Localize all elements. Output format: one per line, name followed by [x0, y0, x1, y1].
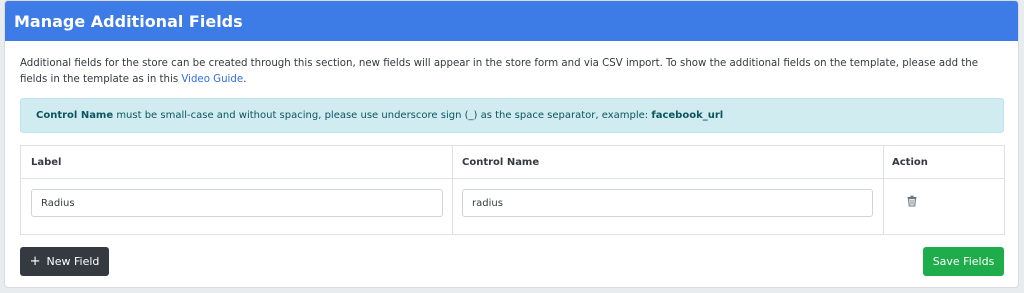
manage-fields-card: Manage Additional Fields Additional fiel…: [4, 0, 1019, 288]
column-header-action: Action: [892, 157, 928, 168]
notice-text: must be small-case and without spacing, …: [113, 110, 652, 121]
intro-text: Additional fields for the store can be c…: [20, 56, 995, 88]
new-field-label: New Field: [46, 255, 100, 268]
label-input[interactable]: [31, 189, 443, 217]
column-header-control-name: Control Name: [462, 157, 540, 168]
column-header-label: Label: [31, 157, 62, 168]
fields-table: Label Control Name Action: [20, 145, 1005, 235]
notice-strong: Control Name: [36, 110, 114, 121]
column-divider: [883, 146, 884, 234]
card-header: Manage Additional Fields: [5, 1, 1018, 41]
plus-icon: +: [29, 254, 41, 269]
control-name-input[interactable]: [462, 189, 873, 217]
video-guide-link[interactable]: Video Guide: [181, 74, 243, 85]
info-alert: Control Name must be small-case and with…: [20, 98, 1004, 133]
save-fields-label: Save Fields: [932, 255, 995, 268]
column-divider: [452, 146, 453, 234]
intro-body: Additional fields for the store can be c…: [20, 58, 979, 85]
intro-suffix: .: [243, 74, 247, 85]
new-field-button[interactable]: + New Field: [20, 247, 109, 276]
trash-icon[interactable]: [906, 195, 918, 207]
notice-example: facebook_url: [651, 110, 724, 121]
save-fields-button[interactable]: Save Fields: [923, 247, 1004, 276]
page-title: Manage Additional Fields: [14, 11, 243, 31]
